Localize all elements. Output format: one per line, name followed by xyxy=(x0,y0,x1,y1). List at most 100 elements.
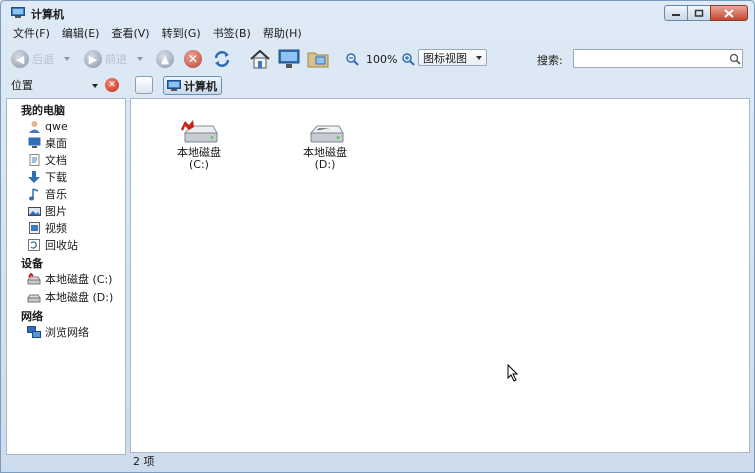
system-drive-icon xyxy=(179,119,219,145)
sidebar-item-browse-network[interactable]: 浏览网络 xyxy=(27,324,89,340)
zoom-level: 100% xyxy=(366,52,398,66)
sidebar-item-music[interactable]: 音乐 xyxy=(27,186,67,202)
user-icon xyxy=(27,119,41,133)
minimize-button[interactable] xyxy=(664,5,688,21)
drive-item-c[interactable]: 本地磁盘 (C:) xyxy=(169,119,229,171)
drive-icon xyxy=(27,290,41,304)
network-icon xyxy=(27,325,41,339)
drive-icon xyxy=(305,119,345,145)
title-bar[interactable]: 计算机 xyxy=(1,1,754,25)
sidebar-item-label: 浏览网络 xyxy=(45,326,89,339)
sidebar-item-label: 文档 xyxy=(45,154,67,167)
sidebar-item-documents[interactable]: 文档 xyxy=(27,152,67,168)
up-button[interactable]: ▲ xyxy=(156,49,174,69)
drive-letter: (D:) xyxy=(314,158,336,171)
close-sidebar-icon[interactable]: ✕ xyxy=(105,78,119,92)
status-bar: 2 项 xyxy=(130,453,750,471)
sidebar-item-label: 回收站 xyxy=(45,239,78,252)
stop-icon: ✕ xyxy=(184,50,202,68)
documents-icon xyxy=(27,153,41,167)
sidebar-item-trash[interactable]: 回收站 xyxy=(27,237,78,253)
maximize-icon xyxy=(694,9,704,17)
minimize-icon xyxy=(672,14,680,16)
search-input[interactable] xyxy=(573,49,743,68)
up-arrow-icon: ▲ xyxy=(156,50,174,68)
sidebar-item-label: 音乐 xyxy=(45,188,67,201)
drive-item-d[interactable]: 本地磁盘 (D:) xyxy=(295,119,355,171)
forward-button[interactable]: ▶ 前进 xyxy=(84,49,143,69)
breadcrumb-label: 计算机 xyxy=(184,79,217,93)
places-sidebar: 我的电脑 qwe 桌面 文档 下载 音乐 图片 视频 回收站 设备 本地磁盘 (… xyxy=(6,98,126,455)
back-label: 后退 xyxy=(32,53,54,66)
section-my-computer: 我的电脑 xyxy=(21,104,65,117)
sidebar-item-drive-d[interactable]: 本地磁盘 (D:) xyxy=(27,289,113,305)
search-label: 搜索: xyxy=(537,54,563,67)
back-dropdown-icon[interactable] xyxy=(64,57,70,61)
menu-bar: 文件(F) 编辑(E) 查看(V) 转到(G) 书签(B) 帮助(H) xyxy=(1,25,754,43)
sidebar-item-label: 视频 xyxy=(45,222,67,235)
sidebar-item-label: 下载 xyxy=(45,171,67,184)
sidebar-item-label: 本地磁盘 (D:) xyxy=(45,291,114,304)
places-label: 位置 xyxy=(11,79,33,92)
file-manager-window: 计算机 文件(F) 编辑(E) 查看(V) 转到(G) 书签(B) 帮助(H) … xyxy=(0,0,755,473)
view-mode-value: 图标视图 xyxy=(423,51,467,65)
sidebar-item-label: 图片 xyxy=(45,205,67,218)
pictures-icon xyxy=(27,204,41,218)
menu-bookmarks[interactable]: 书签(B) xyxy=(207,25,257,43)
desktop-icon xyxy=(27,136,41,150)
chevron-down-icon xyxy=(92,84,98,88)
section-devices: 设备 xyxy=(21,257,43,270)
zoom-out-icon xyxy=(346,53,359,66)
network-button[interactable] xyxy=(307,49,329,69)
zoom-in-button[interactable] xyxy=(401,49,415,69)
menu-view[interactable]: 查看(V) xyxy=(105,25,155,43)
search-icon[interactable] xyxy=(729,53,741,65)
computer-button[interactable] xyxy=(278,49,300,69)
close-icon xyxy=(724,8,734,18)
system-drive-icon xyxy=(27,272,41,286)
forward-label: 前进 xyxy=(105,53,127,66)
menu-file[interactable]: 文件(F) xyxy=(7,25,56,43)
home-icon xyxy=(250,49,270,69)
drive-letter: (C:) xyxy=(189,158,209,171)
home-button[interactable] xyxy=(249,49,271,69)
window-title: 计算机 xyxy=(31,8,64,21)
back-button[interactable]: ◀ 后退 xyxy=(11,49,70,69)
maximize-button[interactable] xyxy=(687,5,711,21)
close-button[interactable] xyxy=(710,5,748,21)
section-network: 网络 xyxy=(21,310,43,323)
computer-icon xyxy=(11,7,25,18)
menu-edit[interactable]: 编辑(E) xyxy=(56,25,106,43)
computer-icon xyxy=(167,79,181,91)
zoom-out-button[interactable] xyxy=(345,49,359,69)
stop-button[interactable]: ✕ xyxy=(184,49,202,69)
menu-go[interactable]: 转到(G) xyxy=(156,25,207,43)
video-icon xyxy=(27,221,41,235)
sidebar-item-desktop[interactable]: 桌面 xyxy=(27,135,67,151)
sidebar-item-pictures[interactable]: 图片 xyxy=(27,203,67,219)
item-count: 2 项 xyxy=(133,455,155,468)
file-view[interactable]: 本地磁盘 (C:) 本地磁盘 (D:) xyxy=(130,98,750,453)
menu-help[interactable]: 帮助(H) xyxy=(257,25,308,43)
window-controls xyxy=(664,5,748,21)
sidebar-item-videos[interactable]: 视频 xyxy=(27,220,67,236)
sidebar-item-label: qwe xyxy=(45,119,68,133)
reload-button[interactable] xyxy=(212,49,232,69)
forward-arrow-icon: ▶ xyxy=(84,50,102,68)
location-bar: 位置 ✕ xyxy=(1,73,754,99)
sidebar-item-drive-c[interactable]: 本地磁盘 (C:) xyxy=(27,271,112,287)
forward-dropdown-icon[interactable] xyxy=(137,57,143,61)
download-icon xyxy=(27,170,41,184)
reload-icon xyxy=(214,51,230,67)
sidebar-item-downloads[interactable]: 下载 xyxy=(27,169,67,185)
zoom-in-icon xyxy=(402,53,415,66)
sidebar-item-home[interactable]: qwe xyxy=(27,118,68,134)
trash-icon xyxy=(27,238,41,252)
sidebar-item-label: 本地磁盘 (C:) xyxy=(45,273,113,286)
music-icon xyxy=(27,187,41,201)
toggle-location-button[interactable] xyxy=(135,76,153,94)
breadcrumb-computer[interactable]: 计算机 xyxy=(163,76,222,95)
view-mode-select[interactable]: 图标视图 xyxy=(418,49,487,66)
sidebar-item-label: 桌面 xyxy=(45,137,67,150)
mouse-pointer-icon xyxy=(507,364,519,382)
